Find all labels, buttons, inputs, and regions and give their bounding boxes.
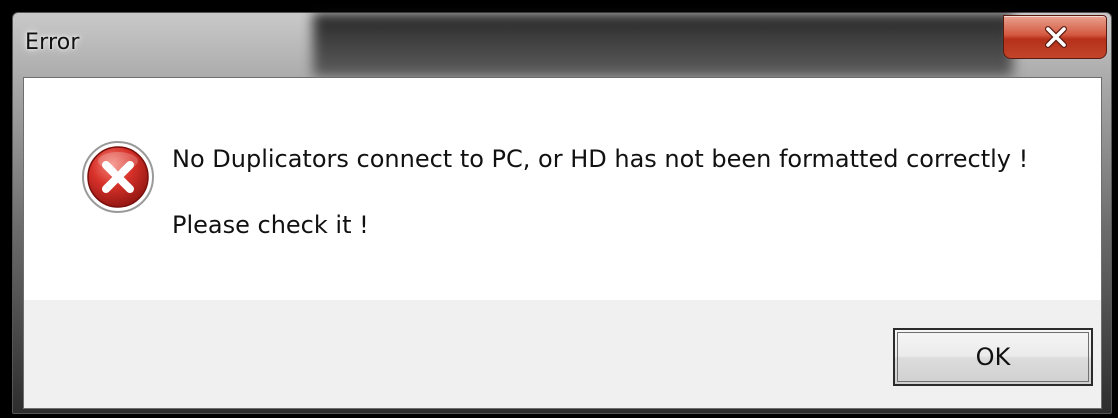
message-area: No Duplicators connect to PC, or HD has … (24, 78, 1101, 300)
message-text: No Duplicators connect to PC, or HD has … (172, 144, 1072, 240)
title-bar[interactable]: Error (13, 13, 1111, 77)
window-title: Error (25, 30, 80, 55)
error-dialog: Error No Duplicators connect to PC, or H… (0, 0, 1118, 418)
dialog-client-area: No Duplicators connect to PC, or HD has … (23, 77, 1102, 409)
error-icon (82, 141, 154, 213)
close-button[interactable] (1003, 15, 1107, 59)
message-line-1: No Duplicators connect to PC, or HD has … (172, 145, 1029, 173)
window-frame: Error No Duplicators connect to PC, or H… (12, 12, 1112, 414)
message-line-2: Please check it ! (172, 211, 369, 239)
close-icon (1045, 26, 1067, 48)
button-bar: OK (24, 300, 1101, 408)
ok-button[interactable]: OK (893, 328, 1093, 386)
